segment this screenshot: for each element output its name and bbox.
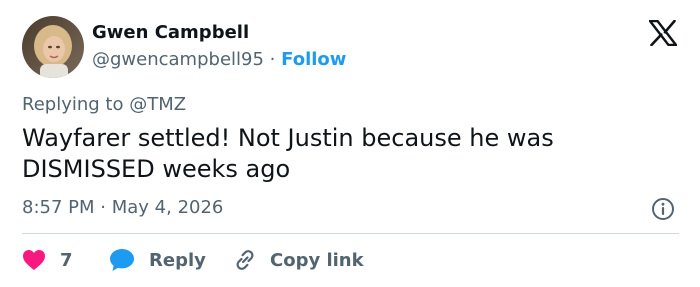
tweet-card: Gwen Campbell @gwencampbell95 · Follow R… [0,0,700,287]
follow-button[interactable]: Follow [281,49,346,70]
like-count: 7 [60,249,73,271]
link-icon [236,250,254,270]
timestamp[interactable]: 8:57 PM · May 4, 2026 [22,197,223,218]
author-handle-row: @gwencampbell95 · Follow [92,49,346,70]
separator-dot: · [269,49,276,70]
heart-icon [23,250,45,270]
tweet-text: Wayfarer settled! Not Justin because he … [22,124,554,183]
divider [22,233,679,234]
avatar-image [22,16,84,78]
reply-button[interactable]: Reply [109,245,206,275]
reply-label: Reply [149,249,206,271]
copy-link-button[interactable]: Copy link [232,245,364,275]
tweet-date: May 4, 2026 [111,197,224,218]
like-button[interactable]: 7 [22,245,73,275]
x-logo-icon[interactable] [648,19,678,47]
copy-link-label: Copy link [270,249,364,271]
author-name[interactable]: Gwen Campbell [92,22,249,43]
avatar[interactable] [22,16,84,78]
author-handle[interactable]: @gwencampbell95 [92,49,264,70]
info-icon[interactable] [651,197,675,221]
speech-bubble-icon [110,249,134,271]
timestamp-separator: · [100,197,106,218]
replying-to-prefix: Replying to [22,94,124,115]
replying-to-handle[interactable]: @TMZ [129,94,186,115]
tweet-time: 8:57 PM [22,197,95,218]
replying-to: Replying to @TMZ [22,94,186,115]
